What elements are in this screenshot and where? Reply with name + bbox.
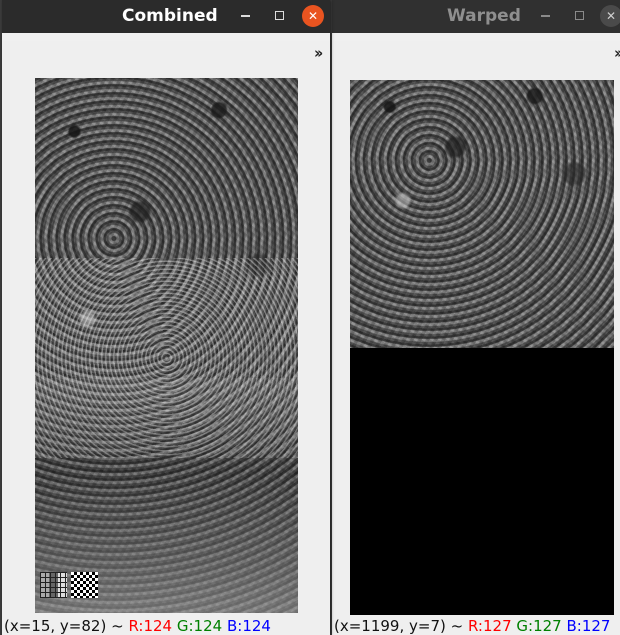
- close-icon: ✕: [307, 9, 319, 23]
- toolbar: [332, 33, 620, 41]
- calibration-pattern-checkerboard: [71, 572, 98, 598]
- image-texture: [350, 80, 614, 348]
- close-button[interactable]: ✕: [600, 5, 620, 27]
- pixel-green: G:124: [176, 617, 223, 635]
- minimize-icon: [240, 14, 250, 17]
- title-bar[interactable]: Combined ✕: [2, 0, 330, 33]
- title-bar[interactable]: Warped ✕: [332, 0, 620, 33]
- status-bar: (x=1199, y=7) ~ R:127 G:127 B:127: [334, 615, 610, 635]
- window-title: Warped: [447, 6, 521, 26]
- window-combined: Combined ✕ ›› (x=15, y=82) ~ R:124 G:124…: [2, 0, 330, 635]
- status-bar: (x=15, y=82) ~ R:124 G:124 B:124: [4, 615, 271, 635]
- minimize-button[interactable]: [234, 5, 256, 27]
- close-icon: ✕: [605, 9, 617, 23]
- maximize-icon: [574, 11, 584, 20]
- maximize-button[interactable]: [568, 5, 590, 27]
- minimize-icon: [540, 14, 550, 17]
- minimize-button[interactable]: [534, 5, 556, 27]
- cursor-coords: (x=1199, y=7) ~: [334, 617, 464, 635]
- window-title: Combined: [122, 6, 218, 26]
- calibration-pattern-grid: [40, 572, 67, 598]
- toolbar: [2, 33, 330, 41]
- maximize-icon: [274, 11, 284, 20]
- pixel-green: G:127: [516, 617, 562, 635]
- pixel-blue: B:124: [226, 617, 271, 635]
- cursor-coords: (x=15, y=82) ~: [4, 617, 124, 635]
- pixel-red: R:124: [128, 617, 173, 635]
- pixel-red: R:127: [467, 617, 512, 635]
- close-button[interactable]: ✕: [302, 5, 324, 27]
- expand-toolbar-button[interactable]: ››: [314, 44, 324, 62]
- combined-image-view[interactable]: [35, 78, 298, 613]
- maximize-button[interactable]: [268, 5, 290, 27]
- window-warped: Warped ✕ ›› (x=1199, y=7) ~ R:127 G:127 …: [332, 0, 620, 635]
- expand-toolbar-button[interactable]: ››: [614, 44, 620, 62]
- warped-image-view[interactable]: [350, 80, 614, 615]
- pixel-blue: B:127: [566, 617, 611, 635]
